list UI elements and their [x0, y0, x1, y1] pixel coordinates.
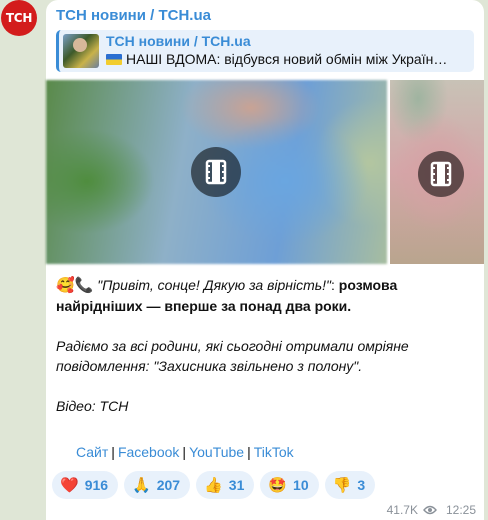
star-struck-icon: 🤩: [268, 477, 288, 494]
reaction-thumbs-up[interactable]: 👍 31: [196, 471, 255, 499]
film-icon: [205, 159, 227, 185]
message-p3: Відео: ТСН: [56, 398, 129, 414]
reaction-star-struck[interactable]: 🤩 10: [260, 471, 319, 499]
forward-text-body: НАШІ ВДОМА: відбувся новий обмін між Укр…: [126, 51, 448, 67]
reaction-thumbs-down[interactable]: 👎 3: [324, 471, 376, 499]
forward-title: ТСН новини / TCH.ua: [106, 33, 251, 49]
channel-avatar[interactable]: ТСН: [1, 0, 37, 36]
link-site[interactable]: Сайт: [76, 444, 108, 460]
separator: |: [111, 444, 115, 460]
message-quote: "Привіт, сонце! Дякую за вірність!": [97, 277, 332, 293]
message-colon: :: [331, 277, 335, 293]
forward-text: НАШІ ВДОМА: відбувся новий обмін між Укр…: [106, 51, 474, 67]
message-paragraph-3: Відео: ТСН: [56, 396, 476, 416]
reaction-count: 31: [228, 477, 245, 493]
reaction-heart[interactable]: ❤️ 916: [52, 471, 119, 499]
forward-thumbnail: [63, 34, 99, 68]
video-play-button-second[interactable]: [418, 151, 464, 197]
message-p2: Радіємо за всі родини, які сьогодні отри…: [56, 338, 409, 374]
reaction-count: 10: [293, 477, 309, 493]
pray-icon: 🙏: [132, 477, 151, 494]
message-bubble: ТСН новини / TCH.ua ТСН новини / TCH.ua …: [46, 0, 484, 520]
ukraine-flag-icon: [106, 54, 122, 65]
thumbs-up-icon: 👍: [204, 477, 223, 494]
reaction-count: 3: [357, 477, 366, 493]
reactions-bar: ❤️ 916 🙏 207 👍 31 🤩 10 👎 3: [52, 471, 376, 499]
film-icon: [430, 161, 452, 187]
link-facebook[interactable]: Facebook: [118, 444, 179, 460]
separator: |: [182, 444, 187, 460]
message-paragraph-2: Радіємо за всі родини, які сьогодні отри…: [56, 336, 476, 376]
view-count: 41.7K: [386, 503, 418, 517]
heart-icon: ❤️: [60, 477, 79, 494]
forwarded-preview[interactable]: ТСН новини / TCH.ua НАШІ ВДОМА: відбувся…: [56, 30, 474, 72]
link-youtube[interactable]: YouTube: [189, 444, 244, 460]
smiling-hearts-icon: 🥰: [56, 277, 75, 294]
links-row: Сайт | Facebook | YouTube | TikTok: [76, 444, 294, 460]
eye-icon: [423, 505, 437, 515]
message-time: 12:25: [445, 503, 476, 517]
link-tiktok[interactable]: TikTok: [254, 444, 294, 460]
reaction-count: 207: [156, 477, 181, 493]
message-meta: 41.7K 12:25: [387, 503, 476, 517]
message-text: 🥰📞 "Привіт, сонце! Дякую за вірність!": …: [56, 275, 476, 436]
video-play-button[interactable]: [191, 147, 241, 197]
phone-icon: 📞: [74, 277, 94, 294]
reaction-count: 916: [84, 477, 109, 493]
thumbs-down-icon: 👎: [332, 477, 352, 494]
separator: |: [247, 444, 251, 460]
reaction-pray[interactable]: 🙏 207: [124, 471, 191, 499]
message-paragraph-1: 🥰📞 "Привіт, сонце! Дякую за вірність!": …: [56, 275, 476, 316]
channel-name[interactable]: ТСН новини / TCH.ua: [56, 7, 211, 24]
